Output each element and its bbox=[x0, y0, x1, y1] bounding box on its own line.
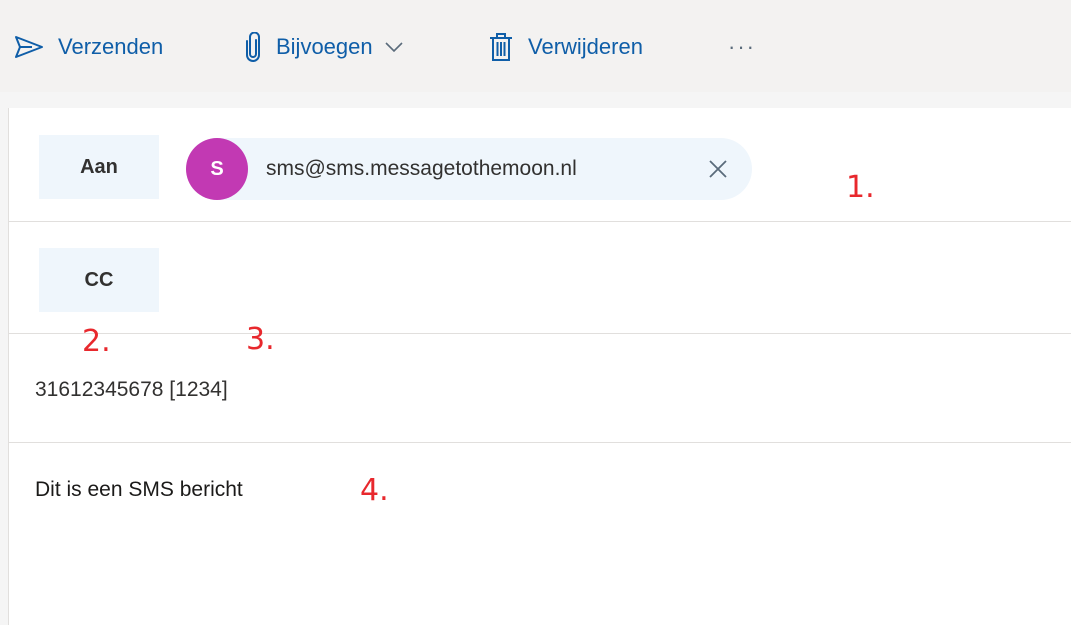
subject-input[interactable] bbox=[35, 370, 1035, 410]
trash-icon bbox=[488, 32, 514, 62]
delete-label: Verwijderen bbox=[528, 34, 643, 59]
compose-toolbar: Verzenden Bijvoegen Verwijderen ··· bbox=[0, 0, 1071, 92]
recipient-email: sms@sms.messagetothemoon.nl bbox=[266, 157, 577, 180]
more-options-button[interactable]: ··· bbox=[728, 30, 756, 64]
to-button[interactable]: Aan bbox=[39, 135, 159, 199]
close-icon[interactable] bbox=[698, 149, 738, 189]
divider bbox=[8, 442, 1071, 443]
annotation-2: 2. bbox=[82, 324, 111, 359]
attach-button[interactable]: Bijvoegen bbox=[244, 30, 403, 64]
divider bbox=[8, 221, 1071, 222]
annotation-1: 1. bbox=[846, 170, 875, 205]
delete-button[interactable]: Verwijderen bbox=[488, 30, 643, 64]
paperclip-icon bbox=[244, 32, 262, 62]
annotation-3: 3. bbox=[246, 322, 275, 357]
avatar: S bbox=[186, 138, 248, 200]
cc-button[interactable]: CC bbox=[39, 248, 159, 312]
divider bbox=[8, 333, 1071, 334]
message-body-editor[interactable]: Dit is een SMS bericht bbox=[35, 478, 1035, 608]
send-label: Verzenden bbox=[58, 34, 164, 59]
chevron-down-icon[interactable] bbox=[385, 41, 403, 53]
send-button[interactable]: Verzenden bbox=[14, 30, 163, 64]
attach-label: Bijvoegen bbox=[276, 34, 373, 59]
annotation-4: 4. bbox=[360, 473, 389, 508]
recipient-chip[interactable]: S sms@sms.messagetothemoon.nl bbox=[186, 138, 752, 200]
send-icon bbox=[14, 35, 44, 59]
